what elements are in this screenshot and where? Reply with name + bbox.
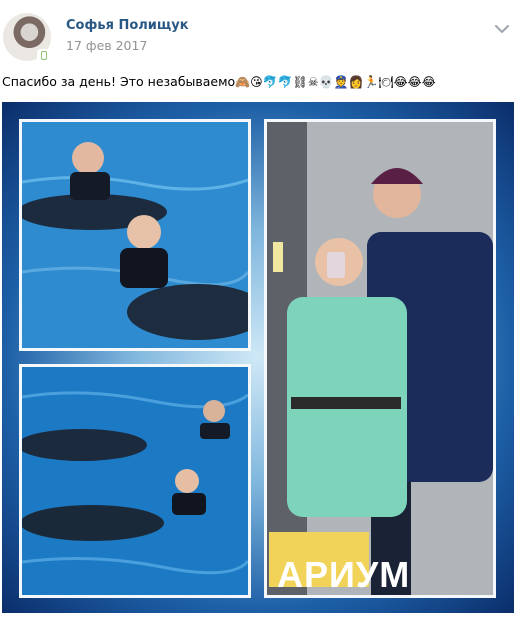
chevron-down-icon[interactable] xyxy=(494,22,510,36)
emoji-7: 👮 xyxy=(333,75,349,89)
post-date[interactable]: 17 фев 2017 xyxy=(66,38,147,53)
emoji-4: ⛓ xyxy=(292,75,308,89)
emoji-12: 😂 xyxy=(407,75,422,89)
emoji-row: 🙈😘🐬🐬⛓☠💀👮👩🏃🍽😂😂😂 xyxy=(235,74,436,89)
photo-dolphin-pool-1 xyxy=(19,119,251,351)
emoji-2: 🐬 xyxy=(262,75,278,89)
emoji-5: ☠ xyxy=(307,75,319,89)
emoji-8: 👩 xyxy=(348,75,364,89)
photo-elevator-selfie: АРИУМ xyxy=(264,119,496,598)
emoji-3: 🐬 xyxy=(277,75,293,89)
emoji-13: 😂 xyxy=(421,75,436,89)
emoji-1: 😘 xyxy=(250,75,263,89)
emoji-0: 🙈 xyxy=(235,75,251,89)
photo-dolphin-pool-2 xyxy=(19,364,251,598)
emoji-11: 😂 xyxy=(393,75,408,89)
emoji-9: 🏃 xyxy=(363,75,379,89)
bag-print-text: АРИУМ xyxy=(277,554,411,595)
author-name[interactable]: Софья Полищук xyxy=(66,18,189,33)
post-photo[interactable]: АРИУМ xyxy=(2,102,514,613)
post-header: Софья Полищук 17 фев 2017 xyxy=(0,0,524,70)
emoji-6: 💀 xyxy=(318,75,334,89)
dolphin-scene-1 xyxy=(22,122,248,348)
post-text-body: Спасибо за день! Это незабываемо xyxy=(2,74,236,89)
mobile-online-icon xyxy=(37,49,50,62)
post-text: Спасибо за день! Это незабываемо🙈😘🐬🐬⛓☠💀👮… xyxy=(2,74,436,89)
emoji-10: 🍽 xyxy=(378,75,394,89)
dolphin-scene-2 xyxy=(22,367,248,595)
elevator-scene xyxy=(267,122,493,595)
